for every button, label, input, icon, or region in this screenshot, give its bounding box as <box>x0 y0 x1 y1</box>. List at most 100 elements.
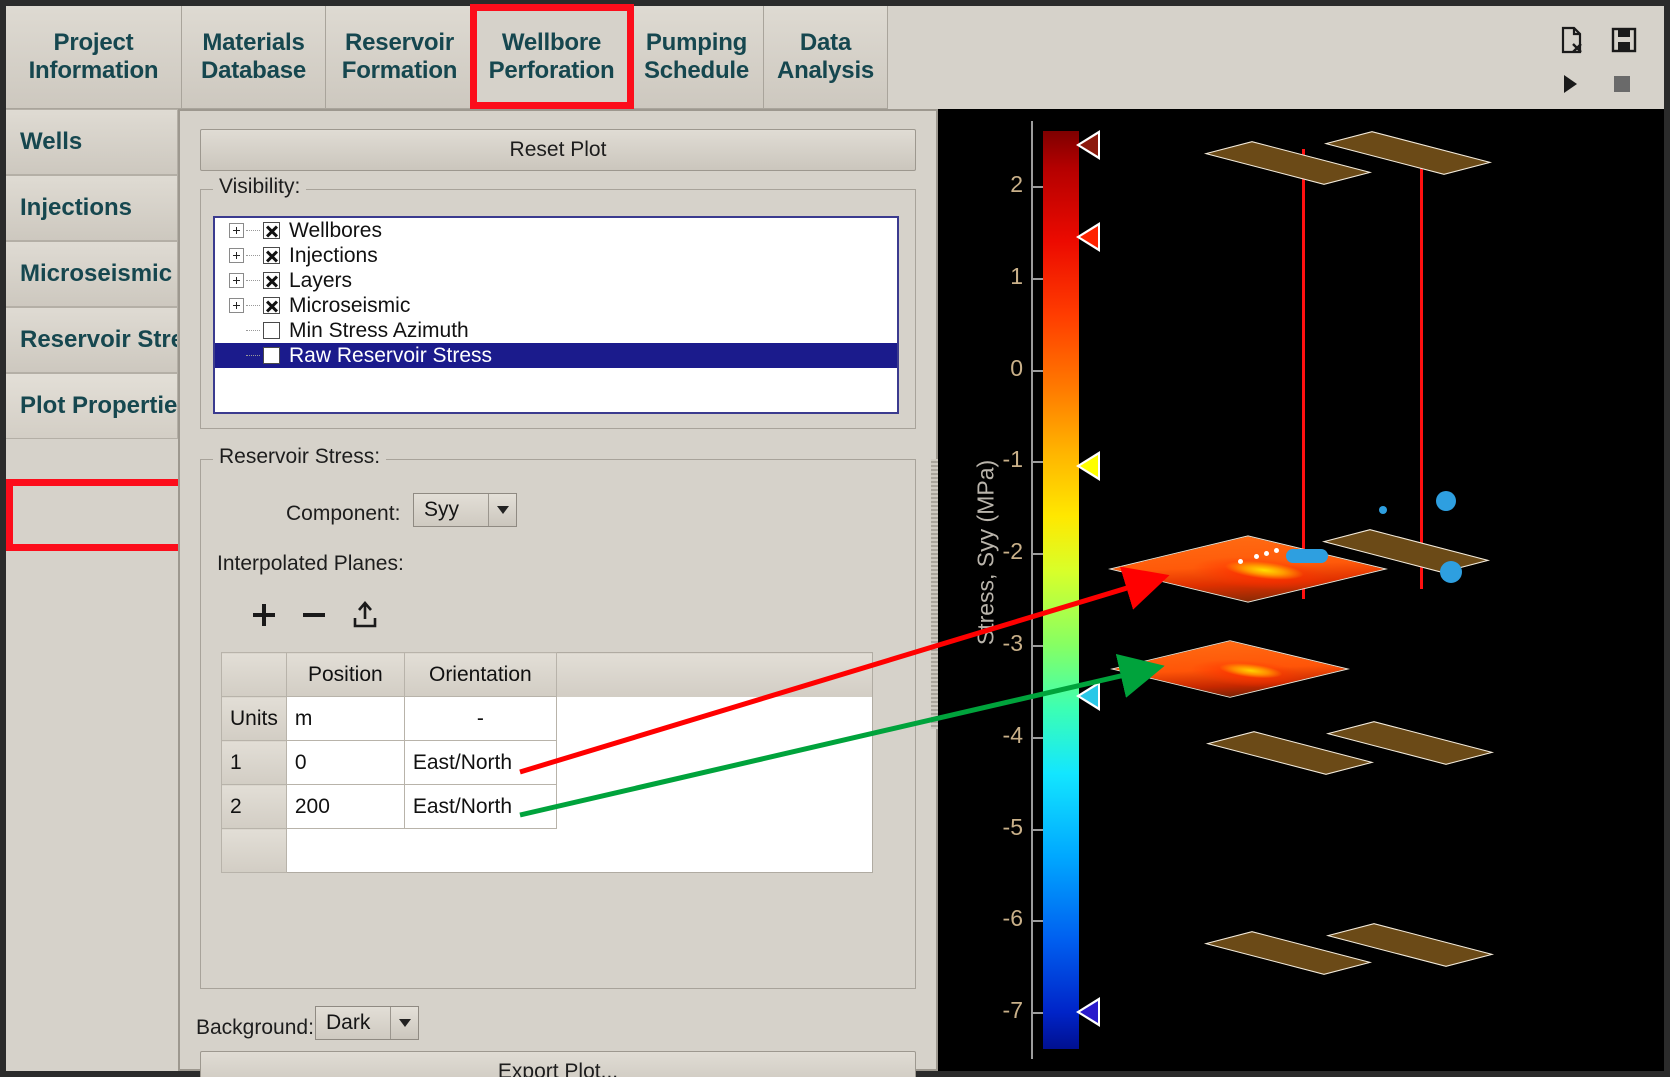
remove-plane-button[interactable] <box>291 600 337 630</box>
table-row[interactable]: 2 200 East/North <box>221 784 873 829</box>
visibility-checkbox[interactable] <box>263 322 280 339</box>
sidebar-item-plot-propertie[interactable]: Plot Propertie <box>6 373 178 439</box>
tree-connector <box>246 330 260 331</box>
expand-icon[interactable] <box>229 273 244 288</box>
sidebar-item-reservoir-stre[interactable]: Reservoir Stre <box>6 307 178 373</box>
row-header: 2 <box>221 784 287 829</box>
table-row[interactable]: 1 0 East/North <box>221 740 873 785</box>
background-label: Background: <box>196 1016 314 1039</box>
tab-label-line2: Formation <box>341 57 458 84</box>
cell-position[interactable]: 0 <box>285 740 405 785</box>
cell-orientation[interactable]: East/North <box>403 784 557 829</box>
colorbar-marker[interactable] <box>1076 997 1100 1028</box>
table-row[interactable]: Units m - <box>221 696 873 741</box>
plot-properties-panel: Reset Plot Visibility: Wellbores Injectio… <box>178 109 938 1077</box>
expand-icon[interactable] <box>229 248 244 263</box>
visibility-group-label: Visibility: <box>213 175 307 199</box>
tab-project-information[interactable]: Project Information <box>6 6 182 109</box>
tab-label-line1: Data <box>799 29 852 57</box>
component-label: Component: <box>286 502 401 525</box>
visibility-checkbox[interactable] <box>263 297 280 314</box>
tab-reservoir-formation[interactable]: Reservoir Formation <box>326 6 474 109</box>
colorbar-tick <box>1031 553 1043 556</box>
reset-plot-button[interactable]: Reset Plot <box>200 129 916 171</box>
visibility-tree-item[interactable]: Microseismic <box>215 293 897 318</box>
wellbore-1 <box>1302 149 1305 599</box>
perforation-marker <box>1238 559 1243 564</box>
panel-splitter[interactable] <box>931 459 938 729</box>
table-header-row: Position Orientation <box>221 652 873 697</box>
sidebar-item-label: Microseismic <box>20 260 173 287</box>
run-icon[interactable] <box>1562 74 1578 94</box>
colorbar-tick <box>1031 186 1043 189</box>
tab-label-line2: Schedule <box>643 57 750 84</box>
sidebar-item-wells[interactable]: Wells <box>6 109 178 175</box>
visibility-checkbox[interactable] <box>263 272 280 289</box>
visibility-tree[interactable]: Wellbores Injections Layers Microseismic Min… <box>213 216 899 414</box>
body-area: Wells Injections Microseismic Reservoir Str… <box>6 109 1664 1077</box>
tab-label-line1: Reservoir <box>345 29 454 57</box>
colorbar-marker[interactable] <box>1076 680 1100 711</box>
interpolated-planes-table[interactable]: Position Orientation Units m -1 0 East/North 2 2… <box>221 652 873 873</box>
expand-icon[interactable] <box>229 223 244 238</box>
visibility-tree-item[interactable]: Injections <box>215 243 897 268</box>
colorbar-tick <box>1031 645 1043 648</box>
colorbar-marker-fill <box>1080 225 1098 248</box>
save-icon[interactable] <box>1611 27 1637 53</box>
colorbar-marker-fill <box>1080 455 1098 478</box>
visibility-item-label: Raw Reservoir Stress <box>289 343 493 367</box>
stop-icon[interactable] <box>1613 75 1631 93</box>
new-document-icon[interactable] <box>1559 26 1585 54</box>
colorbar-marker-fill <box>1080 133 1098 156</box>
cell-position[interactable]: m <box>285 696 405 741</box>
component-select[interactable]: Syy <box>413 493 517 527</box>
sidebar-item-injections[interactable]: Injections <box>6 175 178 241</box>
main-tab-bar: Project Information Materials Database Reser… <box>6 4 1664 109</box>
colorbar-marker[interactable] <box>1076 451 1100 482</box>
visibility-checkbox[interactable] <box>263 247 280 264</box>
visibility-tree-item[interactable]: Layers <box>215 268 897 293</box>
tab-label-line1: Materials <box>202 29 305 57</box>
column-header[interactable]: Orientation <box>403 652 557 697</box>
sidebar-item-label: Injections <box>20 194 133 221</box>
colorbar-tick-label: -7 <box>1002 997 1023 1024</box>
visibility-item-label: Microseismic <box>289 293 411 317</box>
tab-label-line1: Project <box>53 29 134 57</box>
tab-label-line2: Analysis <box>776 57 875 84</box>
column-header[interactable] <box>221 652 287 697</box>
import-plane-button[interactable] <box>342 600 388 630</box>
visibility-tree-item[interactable]: Raw Reservoir Stress <box>215 343 897 368</box>
column-header[interactable]: Position <box>285 652 405 697</box>
background-select[interactable]: Dark <box>315 1006 419 1040</box>
colorbar-tick <box>1031 736 1043 739</box>
cell-position[interactable]: 200 <box>285 784 405 829</box>
perforation-marker <box>1254 554 1259 559</box>
visibility-item-label: Injections <box>289 243 378 267</box>
visibility-checkbox[interactable] <box>263 222 280 239</box>
visibility-item-label: Wellbores <box>289 218 382 242</box>
cell-orientation[interactable]: East/North <box>403 740 557 785</box>
expand-icon[interactable] <box>229 298 244 313</box>
colorbar-tick <box>1031 461 1043 464</box>
colorbar-marker[interactable] <box>1076 221 1100 252</box>
colorbar-marker-fill <box>1080 1001 1098 1024</box>
visibility-checkbox[interactable] <box>263 347 280 364</box>
tree-connector <box>246 280 260 281</box>
visibility-tree-item[interactable]: Wellbores <box>215 218 897 243</box>
add-plane-button[interactable] <box>241 600 287 630</box>
plot-viewport[interactable]: Stress, Syy (MPa) 2 1 0 -1 -2 -3 -4 -5 -6 -7 <box>938 109 1664 1071</box>
tab-materials-database[interactable]: Materials Database <box>182 6 326 109</box>
cell-orientation[interactable]: - <box>403 696 557 741</box>
visibility-tree-item[interactable]: Min Stress Azimuth <box>215 318 897 343</box>
tree-connector <box>246 305 260 306</box>
tab-data-analysis[interactable]: Data Analysis <box>764 6 888 109</box>
tree-connector <box>246 230 260 231</box>
sidebar-item-microseismic[interactable]: Microseismic <box>6 241 178 307</box>
colorbar-marker[interactable] <box>1076 129 1100 160</box>
colorbar-tick <box>1031 277 1043 280</box>
tab-pumping-schedule[interactable]: Pumping Schedule <box>630 6 764 109</box>
tab-label-line1: Pumping <box>645 29 748 57</box>
export-plot-button[interactable]: Export Plot... <box>200 1051 916 1077</box>
tab-wellbore-perforation[interactable]: Wellbore Perforation <box>474 6 630 109</box>
tab-label-line2: Database <box>200 57 307 84</box>
